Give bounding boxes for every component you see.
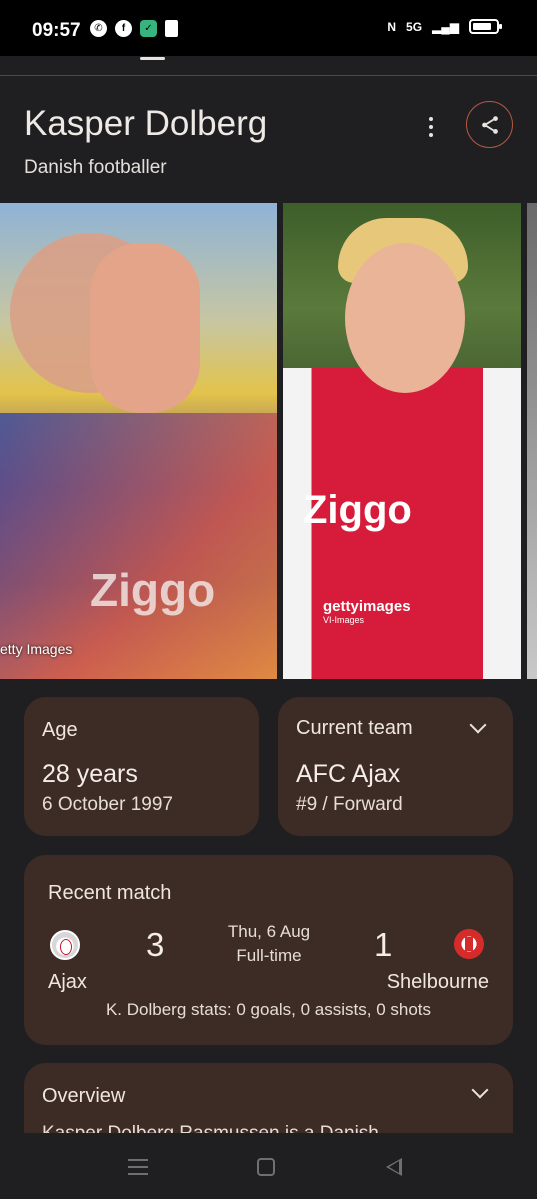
photo-credit: etty Images: [0, 641, 73, 657]
current-team-label: Current team: [296, 717, 413, 739]
more-dot-icon: [429, 117, 433, 121]
player-photo-2[interactable]: Ziggo gettyimages VI-Images: [283, 203, 521, 679]
share-icon: [481, 115, 498, 134]
team-name: AFC Ajax: [296, 760, 401, 788]
age-label: Age: [42, 719, 78, 741]
away-team-name: Shelbourne: [386, 971, 489, 993]
image-gallery[interactable]: Ziggo etty Images Ziggo gettyimages VI-I…: [0, 203, 537, 679]
photo-credit: gettyimages VI-Images: [323, 598, 411, 625]
chevron-down-icon[interactable]: [469, 716, 487, 734]
more-dot-icon: [429, 125, 433, 129]
player-photo-3[interactable]: [527, 203, 537, 679]
menu-line-icon: [128, 1166, 148, 1168]
menu-line-icon: [128, 1173, 148, 1175]
age-card[interactable]: Age 28 years 6 October 1997: [24, 697, 259, 836]
player-match-stats: K. Dolberg stats: 0 goals, 0 assists, 0 …: [105, 1000, 432, 1019]
home-button[interactable]: [257, 1158, 275, 1176]
battery-icon: [469, 19, 502, 34]
age-value: 28 years: [42, 760, 138, 788]
home-team-name: Ajax: [48, 971, 87, 993]
shelbourne-crest-icon: [454, 929, 484, 959]
match-status: Full-time: [236, 946, 302, 965]
recent-apps-button[interactable]: [128, 1159, 148, 1175]
photo-credit-sub: VI-Images: [323, 615, 365, 625]
system-navigation-bar: [0, 1133, 537, 1199]
away-score: 1: [374, 926, 393, 963]
hands-shape: [90, 243, 200, 413]
recent-match-card[interactable]: Recent match 3 Thu, 6 Aug Full-time 1 Aj…: [24, 855, 513, 1045]
notification-icons: ✆ f ✓: [90, 20, 178, 37]
jersey-sponsor-text: Ziggo: [303, 488, 412, 532]
nfc-icon: N: [387, 19, 397, 34]
ajax-crest-icon: [50, 930, 80, 960]
tab-strip[interactable]: [0, 56, 537, 76]
jersey-shape: [0, 413, 277, 679]
whatsapp-icon: ✆: [90, 20, 107, 37]
status-time: 09:57: [32, 20, 81, 41]
status-bar: 09:57 ✆ f ✓ N 5G ▂▄▆: [0, 0, 537, 56]
back-button[interactable]: [386, 1158, 402, 1176]
share-button[interactable]: [466, 101, 513, 148]
shirt-number-position: #9 / Forward: [296, 794, 403, 815]
menu-line-icon: [128, 1159, 148, 1161]
document-icon: [165, 20, 178, 37]
shield-icon: ✓: [140, 20, 157, 37]
entity-title: Kasper Dolberg: [24, 104, 268, 143]
birth-date: 6 October 1997: [42, 794, 173, 815]
jersey-sponsor-text: Ziggo: [90, 564, 216, 616]
match-date: Thu, 6 Aug: [227, 922, 311, 941]
home-score: 3: [146, 926, 165, 963]
head-shape: [345, 243, 465, 393]
system-icons: N 5G ▂▄▆: [387, 19, 502, 34]
active-tab-indicator: [140, 57, 165, 60]
player-photo-1[interactable]: Ziggo etty Images: [0, 203, 277, 679]
recent-match-label: Recent match: [48, 882, 172, 904]
current-team-card[interactable]: Current team AFC Ajax #9 / Forward: [278, 697, 513, 836]
chevron-down-icon[interactable]: [471, 1081, 489, 1099]
more-options-button[interactable]: [418, 112, 444, 142]
overview-label: Overview: [42, 1085, 126, 1107]
5g-signal-icon: 5G: [406, 19, 423, 34]
entity-subtitle: Danish footballer: [24, 157, 167, 178]
photo-credit-main: gettyimages: [323, 598, 411, 615]
signal-bars-icon: ▂▄▆: [432, 19, 459, 34]
more-dot-icon: [429, 133, 433, 137]
facebook-icon: f: [115, 20, 132, 37]
